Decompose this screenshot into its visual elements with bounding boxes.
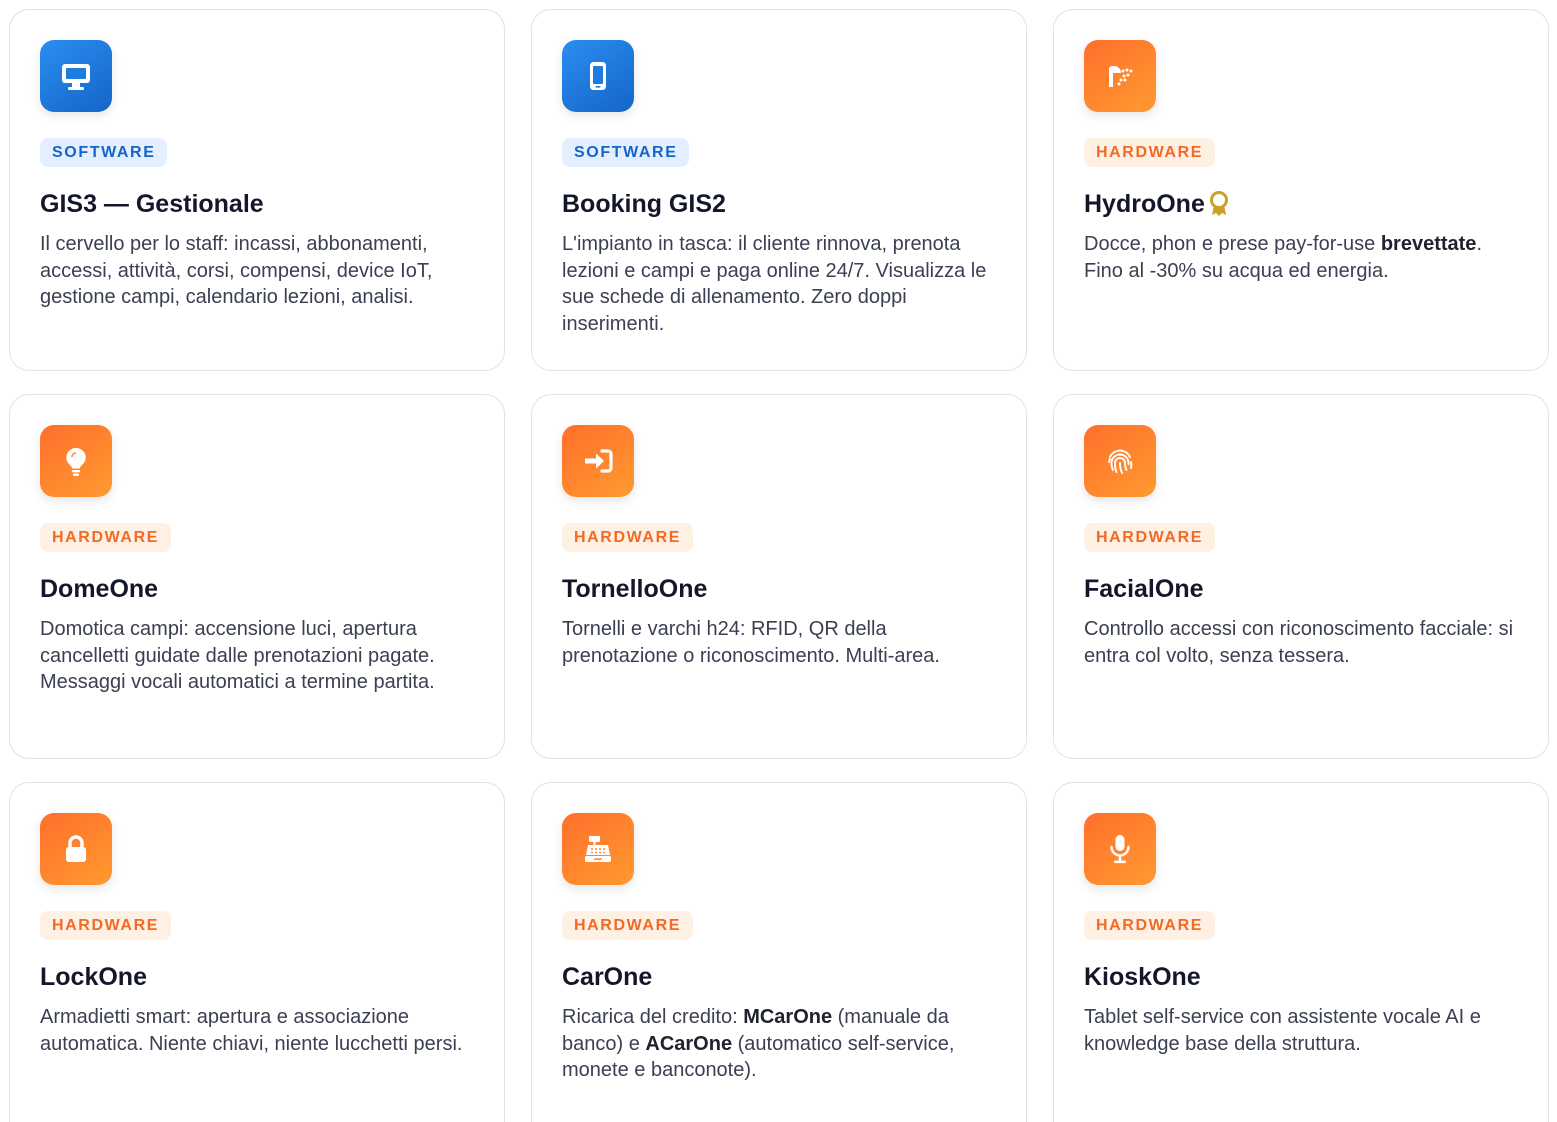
- product-card-kioskone[interactable]: HARDWARE KioskOne Tablet self-service co…: [1053, 782, 1549, 1122]
- product-card-lockone[interactable]: HARDWARE LockOne Armadietti smart: apert…: [9, 782, 505, 1122]
- fingerprint-icon: [1084, 425, 1156, 497]
- category-badge: HARDWARE: [562, 523, 694, 552]
- card-description: L'impianto in tasca: il cliente rinnova,…: [562, 233, 987, 335]
- card-title: TornelloOne: [562, 575, 708, 603]
- card-title: DomeOne: [40, 575, 159, 603]
- category-badge: HARDWARE: [40, 911, 172, 940]
- sign-in-icon: [562, 425, 634, 497]
- card-description: Controllo accessi con riconoscimento fac…: [1084, 618, 1514, 667]
- card-description: Il cervello per lo staff: incassi, abbon…: [40, 233, 433, 308]
- category-badge: SOFTWARE: [40, 138, 168, 167]
- category-badge: HARDWARE: [562, 911, 694, 940]
- microphone-icon: [1084, 813, 1156, 885]
- card-description: Tablet self-service con assistente vocal…: [1084, 1006, 1481, 1055]
- card-title: KioskOne: [1084, 963, 1201, 991]
- product-card-domeone[interactable]: HARDWARE DomeOne Domotica campi: accensi…: [9, 394, 505, 759]
- lock-icon: [40, 813, 112, 885]
- product-card-carone[interactable]: HARDWARE CarOne Ricarica del credito: MC…: [531, 782, 1027, 1122]
- card-title: HydroOne: [1084, 189, 1518, 219]
- category-badge: HARDWARE: [1084, 911, 1216, 940]
- award-icon: [1208, 191, 1230, 217]
- card-description: Ricarica del credito: MCarOne (manuale d…: [562, 1006, 955, 1081]
- category-badge: SOFTWARE: [562, 138, 690, 167]
- cash-register-icon: [562, 813, 634, 885]
- card-title: FacialOne: [1084, 575, 1204, 603]
- card-title: GIS3 — Gestionale: [40, 190, 264, 218]
- product-card-tornelloone[interactable]: HARDWARE TornelloOne Tornelli e varchi h…: [531, 394, 1027, 759]
- product-card-booking-gis2[interactable]: SOFTWARE Booking GIS2 L'impianto in tasc…: [531, 9, 1027, 371]
- monitor-icon: [40, 40, 112, 112]
- card-title: CarOne: [562, 963, 653, 991]
- category-badge: HARDWARE: [1084, 523, 1216, 552]
- category-badge: HARDWARE: [40, 523, 172, 552]
- card-description: Tornelli e varchi h24: RFID, QR della pr…: [562, 618, 940, 667]
- product-grid: SOFTWARE GIS3 — Gestionale Il cervello p…: [9, 9, 1549, 1122]
- lightbulb-icon: [40, 425, 112, 497]
- card-description: Domotica campi: accensione luci, apertur…: [40, 618, 435, 693]
- card-description: Armadietti smart: apertura e associazion…: [40, 1006, 463, 1055]
- product-card-facialone[interactable]: HARDWARE FacialOne Controllo accessi con…: [1053, 394, 1549, 759]
- card-title: LockOne: [40, 963, 147, 991]
- product-card-gis3[interactable]: SOFTWARE GIS3 — Gestionale Il cervello p…: [9, 9, 505, 371]
- shower-icon: [1084, 40, 1156, 112]
- product-card-hydroone[interactable]: HARDWARE HydroOne Docce, phon e prese pa…: [1053, 9, 1549, 371]
- smartphone-icon: [562, 40, 634, 112]
- card-description: Docce, phon e prese pay-for-use brevetta…: [1084, 233, 1482, 282]
- card-title: Booking GIS2: [562, 190, 726, 218]
- category-badge: HARDWARE: [1084, 138, 1216, 167]
